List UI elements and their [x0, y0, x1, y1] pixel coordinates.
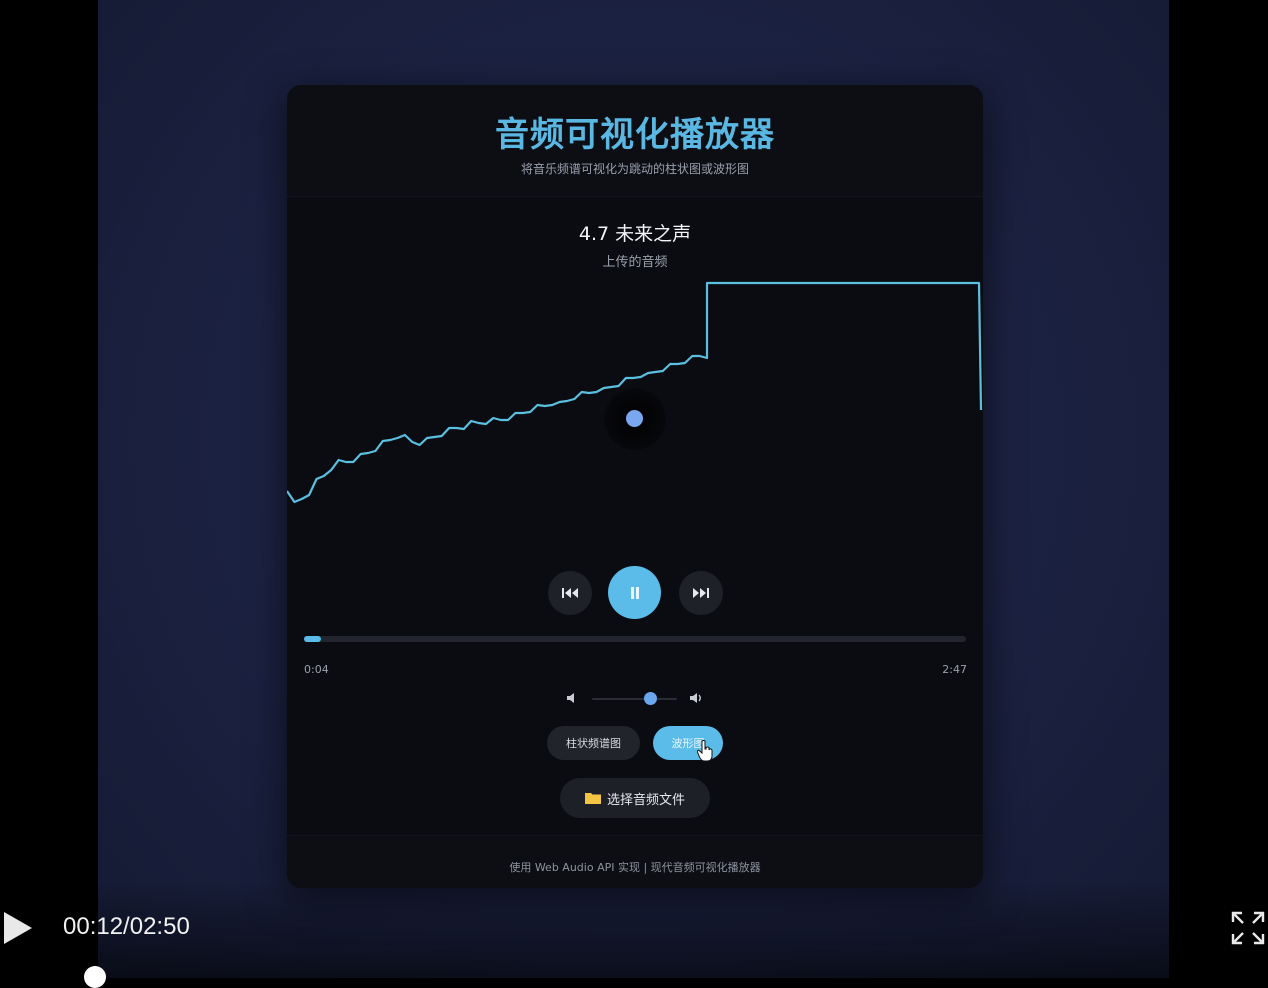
track-title: 4.7 未来之声	[578, 223, 692, 245]
visualizer-center-dot	[626, 410, 643, 427]
pause-icon	[630, 586, 639, 599]
rewind-icon	[562, 588, 578, 598]
choose-audio-file-button[interactable]: 选择音频文件	[560, 778, 710, 818]
bar-spectrum-mode-button[interactable]: 柱状频谱图	[547, 726, 640, 760]
play-pause-button[interactable]	[608, 566, 661, 619]
footer-text: 使用 Web Audio API 实现 | 现代音频可视化播放器	[509, 861, 761, 874]
fullscreen-icon[interactable]	[1230, 910, 1266, 946]
track-subtitle: 上传的音频	[602, 255, 668, 270]
volume-slider-thumb[interactable]	[643, 692, 657, 705]
progress-fill	[304, 636, 321, 642]
app-subtitle: 将音乐频谱可视化为跳动的柱状图或波形图	[520, 162, 749, 176]
progress-bar[interactable]	[304, 636, 966, 642]
video-play-icon[interactable]	[2, 910, 34, 946]
card-header: 音频可视化播放器 将音乐频谱可视化为跳动的柱状图或波形图	[287, 85, 983, 197]
volume-slider[interactable]	[592, 698, 677, 700]
folder-icon	[584, 793, 601, 804]
duration: 2:47	[942, 663, 967, 676]
hand-cursor-icon	[697, 740, 713, 762]
video-shade	[98, 880, 1169, 978]
player-card: 音频可视化播放器 将音乐频谱可视化为跳动的柱状图或波形图 4.7 未来之声 上传…	[287, 85, 983, 888]
fast-forward-icon	[693, 588, 709, 598]
choose-audio-file-label: 选择音频文件	[606, 792, 685, 808]
volume-high-icon[interactable]	[689, 691, 703, 705]
app-title: 音频可视化播放器	[495, 115, 775, 155]
video-scrubber-thumb[interactable]	[84, 966, 106, 988]
previous-button[interactable]	[548, 571, 592, 615]
current-time: 0:04	[304, 663, 329, 676]
video-time-display: 00:12/02:50	[63, 913, 190, 940]
card-footer: 使用 Web Audio API 实现 | 现代音频可视化播放器	[287, 835, 983, 888]
volume-low-icon[interactable]	[566, 691, 580, 705]
next-button[interactable]	[679, 571, 723, 615]
